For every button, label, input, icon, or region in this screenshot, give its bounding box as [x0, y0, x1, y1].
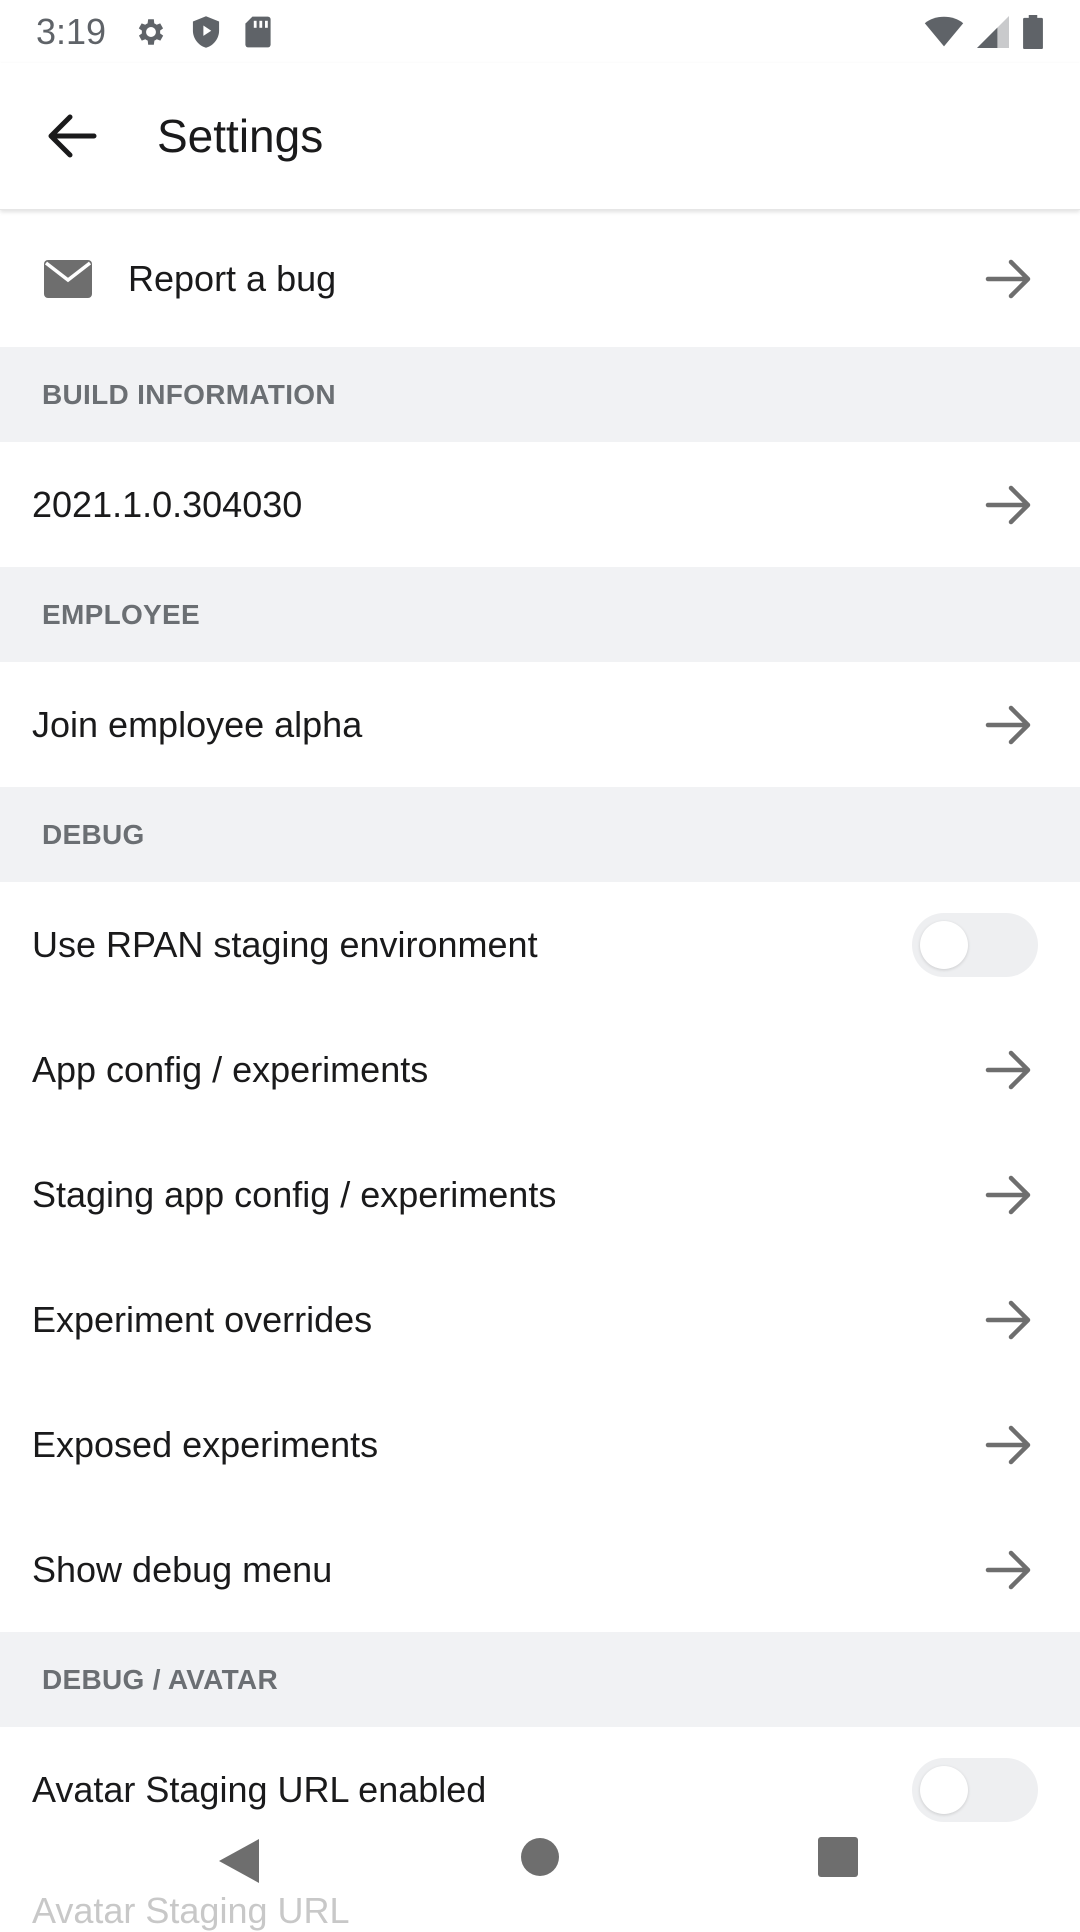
join-employee-alpha-label: Join employee alpha: [32, 703, 363, 745]
app-config-label: App config / experiments: [32, 1048, 429, 1090]
build-version-label: 2021.1.0.304030: [32, 483, 303, 525]
status-time: 3:19: [36, 10, 107, 52]
nav-back-icon[interactable]: [217, 1837, 261, 1885]
experiment-overrides-row[interactable]: Experiment overrides: [0, 1257, 1080, 1382]
rpan-staging-label: Use RPAN staging environment: [32, 923, 538, 965]
battery-icon: [1022, 14, 1044, 49]
arrow-right-icon: [985, 485, 1031, 524]
join-employee-alpha-row[interactable]: Join employee alpha: [0, 662, 1080, 787]
report-bug-row[interactable]: Report a bug: [0, 210, 1080, 347]
wifi-icon: [924, 16, 964, 48]
rpan-staging-toggle[interactable]: [912, 912, 1038, 977]
exposed-experiments-label: Exposed experiments: [32, 1423, 379, 1465]
show-debug-menu-label: Show debug menu: [32, 1548, 333, 1590]
toggle-knob: [920, 920, 968, 969]
rpan-staging-row[interactable]: Use RPAN staging environment: [0, 882, 1080, 1007]
sd-card-icon: [244, 15, 272, 49]
app-bar: Settings: [0, 63, 1080, 210]
arrow-right-icon: [985, 1175, 1031, 1214]
toggle-knob: [920, 1765, 968, 1814]
section-header-employee: EMPLOYEE: [0, 567, 1080, 662]
nav-recents-icon[interactable]: [818, 1837, 858, 1877]
section-header-build-information: BUILD INFORMATION: [0, 347, 1080, 442]
app-config-row[interactable]: App config / experiments: [0, 1007, 1080, 1132]
status-right: [924, 14, 1044, 49]
settings-list: Report a bug BUILD INFORMATION 2021.1.0.…: [0, 210, 1080, 1852]
arrow-right-icon: [985, 1300, 1031, 1339]
show-debug-menu-row[interactable]: Show debug menu: [0, 1507, 1080, 1632]
settings-icon: [134, 15, 168, 49]
arrow-left-icon: [48, 114, 97, 158]
report-bug-label: Report a bug: [128, 257, 337, 299]
experiment-overrides-label: Experiment overrides: [32, 1298, 373, 1340]
section-header-debug: DEBUG: [0, 787, 1080, 882]
status-bar: 3:19: [0, 0, 1080, 63]
shield-icon: [190, 15, 222, 49]
page-title: Settings: [157, 110, 324, 162]
arrow-right-icon: [985, 259, 1031, 298]
staging-config-label: Staging app config / experiments: [32, 1173, 557, 1215]
staging-config-row[interactable]: Staging app config / experiments: [0, 1132, 1080, 1257]
avatar-staging-toggle[interactable]: [912, 1757, 1038, 1822]
arrow-right-icon: [985, 1050, 1031, 1089]
back-button[interactable]: [40, 104, 104, 168]
arrow-right-icon: [985, 1425, 1031, 1464]
cell-signal-icon: [976, 15, 1010, 48]
exposed-experiments-row[interactable]: Exposed experiments: [0, 1382, 1080, 1507]
arrow-right-icon: [985, 705, 1031, 744]
system-nav-bar: [0, 1820, 1080, 1900]
build-version-row[interactable]: 2021.1.0.304030: [0, 442, 1080, 567]
nav-home-icon[interactable]: [520, 1837, 560, 1877]
section-header-debug-avatar: DEBUG / AVATAR: [0, 1632, 1080, 1727]
arrow-right-icon: [985, 1550, 1031, 1589]
status-left: 3:19: [36, 11, 272, 53]
avatar-staging-enabled-label: Avatar Staging URL enabled: [32, 1768, 487, 1810]
mail-icon: [44, 259, 92, 298]
